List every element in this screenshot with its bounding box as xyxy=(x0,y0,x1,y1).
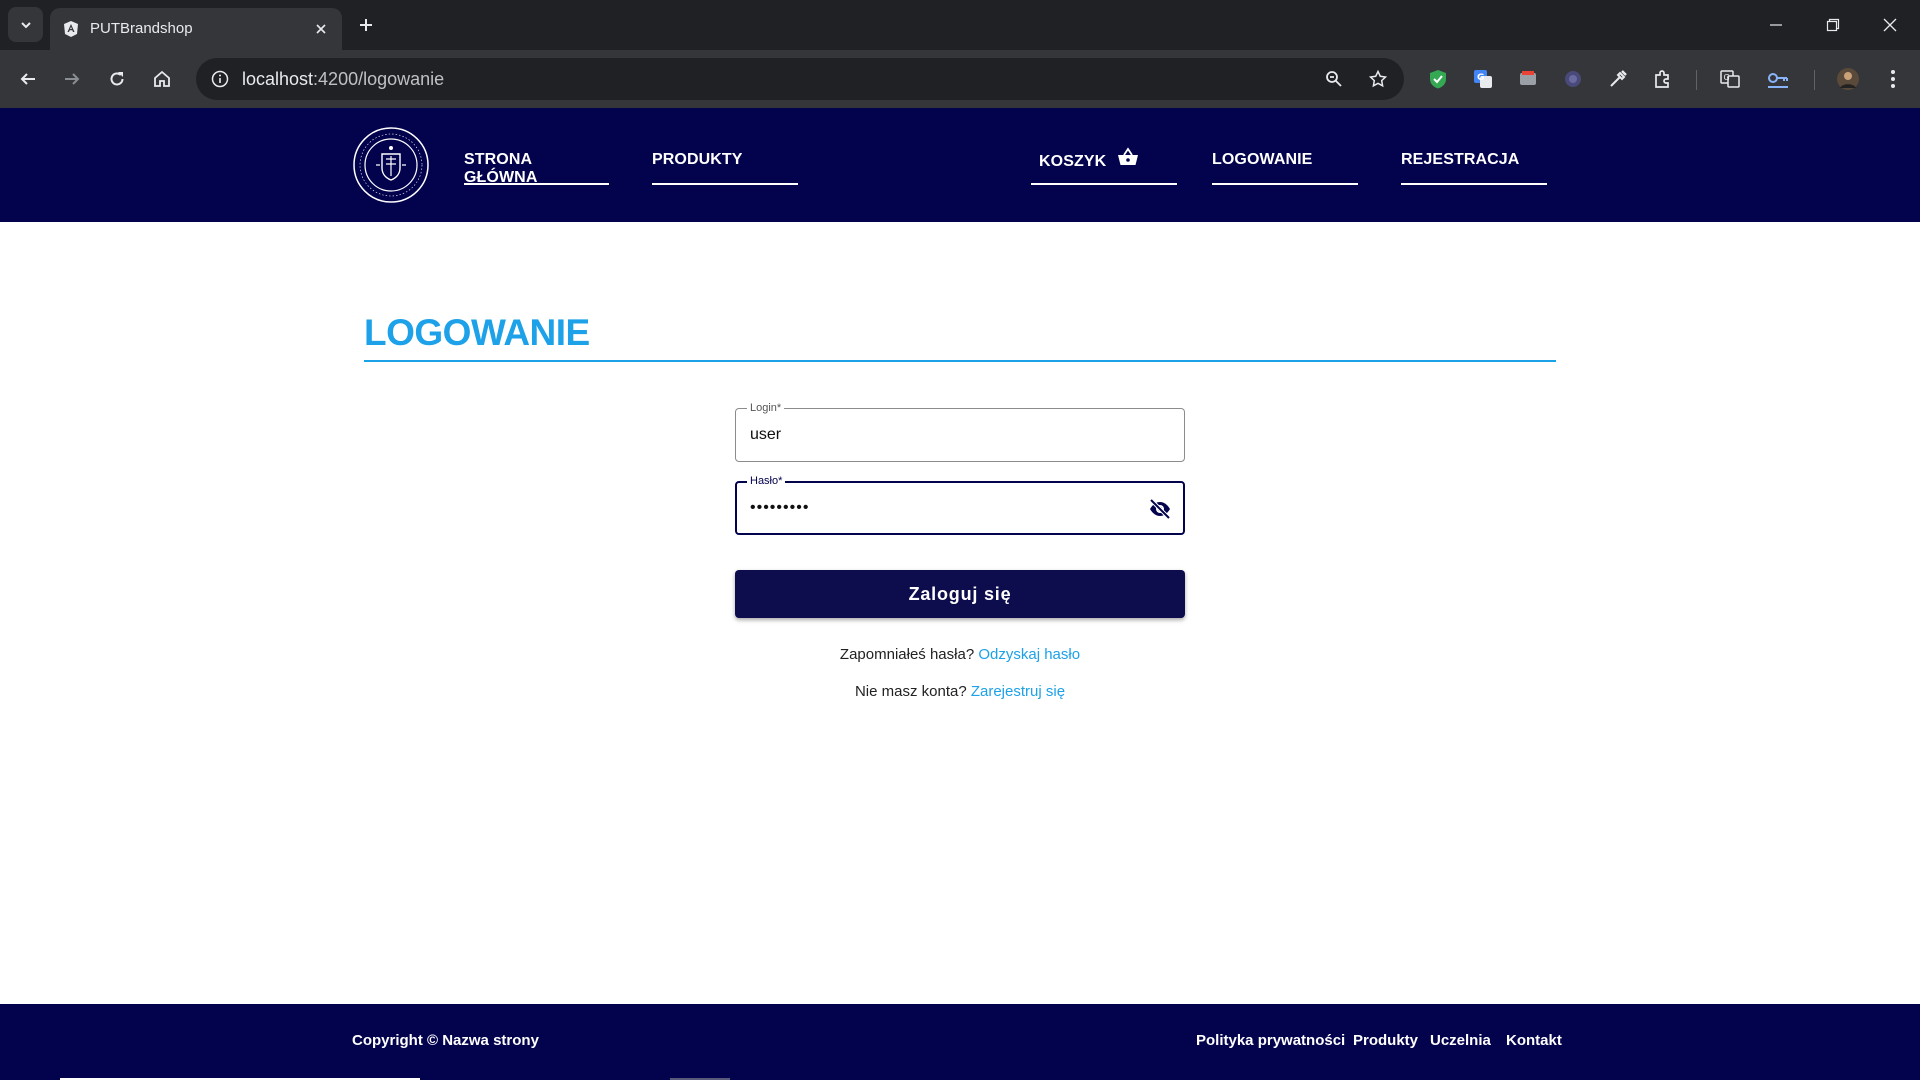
url-path: :4200/logowanie xyxy=(313,69,445,89)
svg-text:G: G xyxy=(1477,73,1484,83)
minimize-icon xyxy=(1770,24,1782,26)
home-icon xyxy=(154,70,170,87)
eyedropper-extension-icon[interactable] xyxy=(1602,63,1634,95)
university-logo[interactable] xyxy=(352,126,430,204)
translate-page-icon[interactable]: G xyxy=(1714,63,1746,95)
bookmark-star-icon[interactable] xyxy=(1362,63,1394,95)
login-field[interactable]: Login* xyxy=(735,401,1185,462)
arrow-left-icon xyxy=(20,73,35,85)
close-window-button[interactable] xyxy=(1862,0,1918,50)
footer-link-privacy[interactable]: Polityka prywatności xyxy=(1196,1032,1345,1049)
register-link[interactable]: Zarejestruj się xyxy=(971,683,1065,700)
title-divider xyxy=(364,360,1556,362)
address-bar[interactable]: localhost:4200/logowanie xyxy=(196,58,1404,100)
screenshot-extension-icon[interactable] xyxy=(1512,63,1544,95)
toggle-password-visibility-button[interactable] xyxy=(1147,496,1173,522)
close-icon xyxy=(1883,18,1897,32)
forgot-password-text: Zapomniałeś hasła? xyxy=(839,646,975,663)
basket-icon xyxy=(1117,147,1138,165)
password-key-icon[interactable] xyxy=(1762,63,1794,95)
url-text[interactable]: localhost:4200/logowanie xyxy=(242,69,444,90)
nav-products-label: PRODUKTY xyxy=(652,151,743,168)
recover-password-link[interactable]: Odzyskaj hasło xyxy=(978,646,1080,663)
eye-off-icon xyxy=(1149,499,1171,519)
page-title: LOGOWANIE xyxy=(364,312,590,353)
nav-register[interactable]: REJESTRACJA xyxy=(1401,151,1547,185)
password-field[interactable]: Hasło* ••••••••• xyxy=(735,474,1185,535)
password-input[interactable]: ••••••••• xyxy=(750,499,1130,517)
chevron-down-icon xyxy=(20,21,31,28)
angular-favicon-icon xyxy=(64,21,78,37)
zoom-icon[interactable] xyxy=(1318,63,1350,95)
nav-home[interactable]: STRONA GŁÓWNA xyxy=(464,151,609,186)
restore-window-button[interactable] xyxy=(1805,0,1861,50)
circle-extension-icon[interactable] xyxy=(1557,63,1589,95)
login-input[interactable] xyxy=(750,426,1130,444)
arrow-right-icon xyxy=(65,73,80,85)
nav-home-label: STRONA GŁÓWNA xyxy=(464,151,538,186)
login-field-label: Login* xyxy=(747,401,785,415)
no-account-line: Nie masz konta? Zarejestruj się xyxy=(735,683,1185,700)
reload-icon xyxy=(110,72,124,86)
new-tab-button[interactable] xyxy=(352,11,380,39)
login-submit-button[interactable]: Zaloguj się xyxy=(735,570,1185,618)
nav-login-label: LOGOWANIE xyxy=(1212,151,1313,168)
home-button[interactable] xyxy=(144,61,180,97)
forward-button[interactable] xyxy=(54,61,90,97)
footer-link-university[interactable]: Uczelnia xyxy=(1430,1032,1491,1049)
tab-close-icon[interactable] xyxy=(310,18,332,40)
nav-cart-label: KOSZYK xyxy=(1039,153,1107,170)
shield-extension-icon[interactable] xyxy=(1422,63,1454,95)
site-footer: Copyright © Nazwa strony Polityka prywat… xyxy=(0,1004,1920,1080)
copyright-text: Copyright © Nazwa strony xyxy=(352,1032,539,1049)
url-host: localhost xyxy=(242,69,314,89)
plus-icon xyxy=(360,19,372,31)
google-translate-extension-icon[interactable]: G xyxy=(1467,63,1499,95)
minimize-window-button[interactable] xyxy=(1748,0,1804,50)
footer-link-products[interactable]: Produkty xyxy=(1353,1032,1418,1049)
back-button[interactable] xyxy=(10,61,46,97)
site-header: STRONA GŁÓWNA PRODUKTY KOSZYK LOGOWANIE … xyxy=(0,108,1920,222)
browser-tab-bar: PUTBrandshop xyxy=(0,0,1920,50)
browser-tab[interactable]: PUTBrandshop xyxy=(50,8,342,50)
extensions-puzzle-icon[interactable] xyxy=(1647,63,1679,95)
browser-menu-icon[interactable] xyxy=(1877,63,1909,95)
svg-text:G: G xyxy=(1724,73,1730,82)
profile-avatar[interactable] xyxy=(1832,63,1864,95)
tab-title: PUTBrandshop xyxy=(90,20,193,37)
no-account-text: Nie masz konta? xyxy=(854,683,967,700)
nav-cart[interactable]: KOSZYK xyxy=(1031,147,1177,185)
nav-login[interactable]: LOGOWANIE xyxy=(1212,151,1358,185)
tab-search-button[interactable] xyxy=(8,7,43,42)
forgot-password-line: Zapomniałeś hasła? Odzyskaj hasło xyxy=(735,646,1185,663)
browser-toolbar: localhost:4200/logowanie G G xyxy=(0,50,1920,108)
reload-button[interactable] xyxy=(99,61,135,97)
toolbar-separator-2 xyxy=(1814,70,1815,90)
footer-link-contact[interactable]: Kontakt xyxy=(1506,1032,1562,1049)
nav-products[interactable]: PRODUKTY xyxy=(652,151,798,185)
restore-icon xyxy=(1826,18,1840,32)
nav-register-label: REJESTRACJA xyxy=(1401,151,1520,168)
password-field-label: Hasło* xyxy=(747,474,786,488)
site-info-icon[interactable] xyxy=(204,63,236,95)
toolbar-separator xyxy=(1696,70,1697,90)
